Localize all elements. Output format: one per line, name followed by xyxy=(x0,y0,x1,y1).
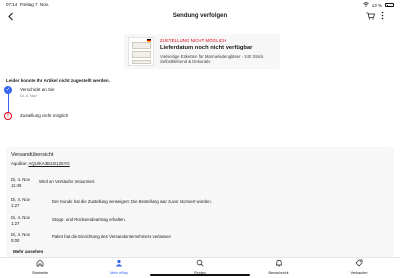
tab-sell[interactable]: Verkaufen xyxy=(339,259,379,275)
tab-search[interactable]: Finden xyxy=(180,259,220,275)
event-message: Der Kunde hat die Zustellung verweigert:… xyxy=(52,198,212,204)
event-date: Di, 4. Nov xyxy=(11,197,30,202)
timeline-connector xyxy=(7,94,9,112)
event-date: Di, 4. Nov xyxy=(11,177,30,182)
event-time: 1:27 xyxy=(11,203,20,208)
bell-icon xyxy=(259,259,299,270)
item-thumbnail xyxy=(128,37,154,66)
event-date: Di, 4. Nov xyxy=(11,232,30,237)
tab-notifications-label: Benachricht. xyxy=(268,271,290,275)
tracking-info: Aquiline: AQUIKA3B1SI125YG xyxy=(11,161,70,166)
event-message: Stopp- und Rücksendeantrag erhalten. xyxy=(52,216,126,222)
shipping-overview-panel: Versandübersicht Aquiline: AQUIKA3B1SI12… xyxy=(6,147,394,259)
delivery-headline: Lieferdatum noch nicht verfügbar xyxy=(160,45,253,51)
item-card[interactable]: ZUSTELLUNG NICHT MÖGLICH Lieferdatum noc… xyxy=(124,34,280,69)
status-bar: 07:14 Freitag 7. Nov. 13 % xyxy=(0,0,400,9)
error-icon: ! xyxy=(4,112,12,120)
checkmark-icon: ✓ xyxy=(4,86,12,94)
thumbnail-label-3 xyxy=(132,60,151,64)
status-date: Freitag 7. Nov. xyxy=(19,2,49,7)
wifi-icon xyxy=(363,2,369,8)
thumbnail-label-2 xyxy=(132,51,151,58)
battery-percent: 13 % xyxy=(371,2,382,8)
carrier-label: Aquiline: xyxy=(11,161,28,166)
tracking-number-link[interactable]: AQUIKA3B1SI125YG xyxy=(28,161,69,166)
tab-sell-label: Verkaufen xyxy=(350,271,368,275)
battery-icon xyxy=(385,3,394,7)
delivery-status: ZUSTELLUNG NICHT MÖGLICH xyxy=(160,38,227,43)
show-more-button[interactable]: Mehr ansehen xyxy=(13,249,43,254)
tab-my-ebay[interactable]: Mein eBay xyxy=(99,259,139,275)
event-time: 11:49 xyxy=(11,183,22,188)
tab-my-ebay-label: Mein eBay xyxy=(110,271,128,275)
item-title: Vielseitige Etiketten für Marmeladengläs… xyxy=(160,53,264,65)
timeline-step-shipped-date: Di, 4. Nov xyxy=(20,94,37,98)
event-time: 0:00 xyxy=(11,238,20,243)
tracking-timeline: ✓ ! Verschickt an Sie Di, 4. Nov Zustell… xyxy=(4,86,254,122)
home-icon xyxy=(20,259,60,270)
timeline-step-shipped: Verschickt an Sie xyxy=(20,87,55,92)
shipping-overview-title: Versandübersicht xyxy=(11,152,54,158)
status-indicators: 13 % xyxy=(363,2,394,8)
more-icon[interactable] xyxy=(381,11,384,22)
search-icon xyxy=(180,259,220,270)
status-time: 07:14 xyxy=(6,2,18,7)
home-indicator xyxy=(150,274,250,276)
delivery-notice: Leider konnte Ihr Artikel nicht zugestel… xyxy=(6,78,110,83)
event-message: Wird an Verkäufer retourniert. xyxy=(39,178,96,184)
navigation-bar: Sendung verfolgen xyxy=(0,9,400,26)
cart-icon[interactable] xyxy=(366,12,375,22)
event-message: Paket hat die Einrichtung des Versandunt… xyxy=(52,233,171,239)
tab-notifications[interactable]: Benachricht. xyxy=(259,259,299,275)
profile-icon xyxy=(99,259,139,270)
status-time-date: 07:14 Freitag 7. Nov. xyxy=(6,2,49,7)
thumbnail-label-1 xyxy=(132,42,151,49)
timeline-step-failed: Zustellung nicht möglich xyxy=(20,113,69,118)
tab-home[interactable]: Startseite xyxy=(20,259,60,275)
event-date: Di, 4. Nov xyxy=(11,215,30,220)
tab-home-label: Startseite xyxy=(31,271,49,275)
event-time: 1:27 xyxy=(11,221,20,226)
sell-icon xyxy=(339,259,379,270)
page-title: Sendung verfolgen xyxy=(172,13,228,19)
